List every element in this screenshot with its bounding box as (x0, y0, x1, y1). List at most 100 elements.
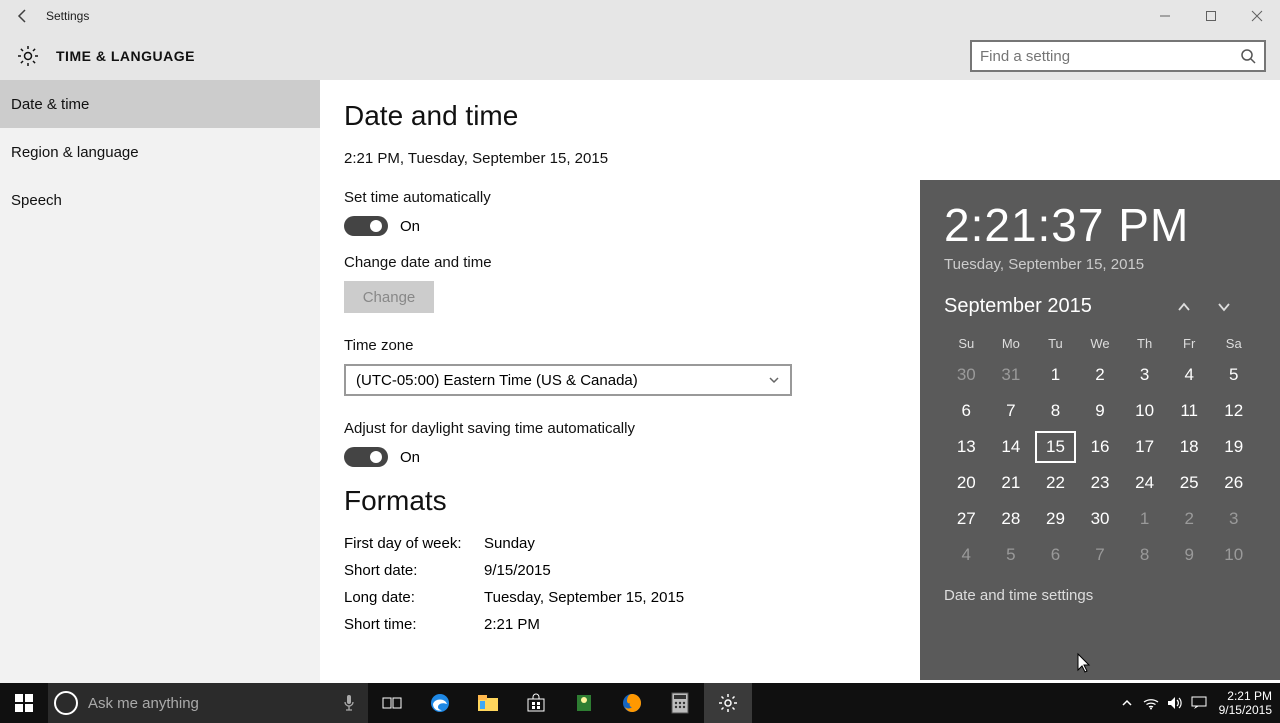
tray-clock[interactable]: 2:21 PM 9/15/2015 (1211, 689, 1280, 717)
calendar-day[interactable]: 26 (1211, 465, 1256, 501)
sidebar-item-label: Date & time (11, 96, 89, 113)
calendar-day[interactable]: 16 (1078, 429, 1123, 465)
calendar-day[interactable]: 1 (1122, 501, 1167, 537)
calendar-day[interactable]: 14 (989, 429, 1034, 465)
search-input[interactable] (980, 48, 1240, 65)
calendar-day[interactable]: 31 (989, 357, 1034, 393)
calendar-day[interactable]: 29 (1033, 501, 1078, 537)
timezone-select[interactable]: (UTC-05:00) Eastern Time (US & Canada) (344, 364, 792, 396)
calendar-day[interactable]: 2 (1167, 501, 1212, 537)
calendar-day[interactable]: 9 (1167, 537, 1212, 573)
calendar-day[interactable]: 3 (1211, 501, 1256, 537)
calendar-day[interactable]: 4 (944, 537, 989, 573)
tray-overflow-icon[interactable] (1115, 683, 1139, 723)
gear-icon (14, 42, 42, 70)
calendar-day[interactable]: 21 (989, 465, 1034, 501)
task-view-button[interactable] (368, 683, 416, 723)
calendar-day[interactable]: 19 (1211, 429, 1256, 465)
calendar-day[interactable]: 5 (989, 537, 1034, 573)
calendar-day[interactable]: 30 (944, 357, 989, 393)
calendar-day[interactable]: 25 (1167, 465, 1212, 501)
taskbar-app-calculator[interactable] (656, 683, 704, 723)
calendar-day[interactable]: 3 (1122, 357, 1167, 393)
month-prev-button[interactable] (1176, 299, 1216, 315)
cortana-search[interactable]: Ask me anything (48, 683, 368, 723)
change-button: Change (344, 281, 434, 313)
calendar-day[interactable]: 5 (1211, 357, 1256, 393)
calendar-dow: Th (1122, 330, 1167, 357)
timezone-value: (UTC-05:00) Eastern Time (US & Canada) (356, 372, 638, 389)
format-value: 2:21 PM (484, 616, 540, 633)
calendar-dow: Mo (989, 330, 1034, 357)
calendar-day[interactable]: 15 (1033, 429, 1078, 465)
back-button[interactable] (0, 0, 46, 32)
calendar-day[interactable]: 6 (1033, 537, 1078, 573)
settings-header: TIME & LANGUAGE (0, 32, 1280, 80)
cortana-placeholder: Ask me anything (88, 695, 342, 712)
section-heading: Date and time (344, 100, 1280, 132)
auto-time-toggle[interactable] (344, 216, 388, 236)
start-button[interactable] (0, 683, 48, 723)
calendar-day[interactable]: 27 (944, 501, 989, 537)
flyout-time: 2:21:37 PM (944, 198, 1256, 252)
calendar-day[interactable]: 13 (944, 429, 989, 465)
calendar-day[interactable]: 8 (1033, 393, 1078, 429)
cortana-icon (54, 691, 78, 715)
clock-flyout: 2:21:37 PM Tuesday, September 15, 2015 S… (920, 180, 1280, 680)
flyout-month[interactable]: September 2015 (944, 295, 1176, 318)
calendar-day[interactable]: 17 (1122, 429, 1167, 465)
calendar-day[interactable]: 11 (1167, 393, 1212, 429)
sidebar-item-region-language[interactable]: Region & language (0, 128, 320, 176)
tray-volume-icon[interactable] (1163, 683, 1187, 723)
date-time-settings-link[interactable]: Date and time settings (944, 587, 1093, 604)
calendar-day[interactable]: 2 (1078, 357, 1123, 393)
calendar-day[interactable]: 28 (989, 501, 1034, 537)
calendar-day[interactable]: 23 (1078, 465, 1123, 501)
format-key: Long date: (344, 589, 484, 606)
calendar-day[interactable]: 30 (1078, 501, 1123, 537)
taskbar: Ask me anything (0, 683, 1280, 723)
sidebar-item-date-time[interactable]: Date & time (0, 80, 320, 128)
taskbar-app-edge[interactable] (416, 683, 464, 723)
taskbar-app-store[interactable] (512, 683, 560, 723)
month-next-button[interactable] (1216, 299, 1256, 315)
taskbar-app-explorer[interactable] (464, 683, 512, 723)
calendar-day[interactable]: 24 (1122, 465, 1167, 501)
calendar-day[interactable]: 22 (1033, 465, 1078, 501)
dst-toggle[interactable] (344, 447, 388, 467)
calendar-day[interactable]: 10 (1122, 393, 1167, 429)
calendar-day[interactable]: 8 (1122, 537, 1167, 573)
calendar-day[interactable]: 9 (1078, 393, 1123, 429)
search-icon (1240, 48, 1256, 64)
close-button[interactable] (1234, 0, 1280, 32)
calendar-day[interactable]: 10 (1211, 537, 1256, 573)
microphone-icon[interactable] (342, 694, 356, 712)
format-key: Short time: (344, 616, 484, 633)
calendar-day[interactable]: 6 (944, 393, 989, 429)
calendar-day[interactable]: 12 (1211, 393, 1256, 429)
sidebar-item-speech[interactable]: Speech (0, 176, 320, 224)
format-value: Tuesday, September 15, 2015 (484, 589, 684, 606)
calendar-day[interactable]: 18 (1167, 429, 1212, 465)
calendar-dow: Su (944, 330, 989, 357)
minimize-button[interactable] (1142, 0, 1188, 32)
calendar-day[interactable]: 20 (944, 465, 989, 501)
sidebar-item-label: Region & language (11, 144, 139, 161)
calendar-day[interactable]: 7 (989, 393, 1034, 429)
calendar-dow: Sa (1211, 330, 1256, 357)
tray-network-icon[interactable] (1139, 683, 1163, 723)
calendar-day[interactable]: 7 (1078, 537, 1123, 573)
taskbar-app-settings[interactable] (704, 683, 752, 723)
dst-state: On (400, 449, 420, 466)
format-value: 9/15/2015 (484, 562, 551, 579)
sidebar-item-label: Speech (11, 192, 62, 209)
taskbar-app-firefox[interactable] (608, 683, 656, 723)
format-key: Short date: (344, 562, 484, 579)
search-box[interactable] (970, 40, 1266, 72)
calendar-day[interactable]: 1 (1033, 357, 1078, 393)
page-title: TIME & LANGUAGE (56, 48, 195, 64)
maximize-button[interactable] (1188, 0, 1234, 32)
calendar-day[interactable]: 4 (1167, 357, 1212, 393)
tray-action-center-icon[interactable] (1187, 683, 1211, 723)
taskbar-app-generic1[interactable] (560, 683, 608, 723)
